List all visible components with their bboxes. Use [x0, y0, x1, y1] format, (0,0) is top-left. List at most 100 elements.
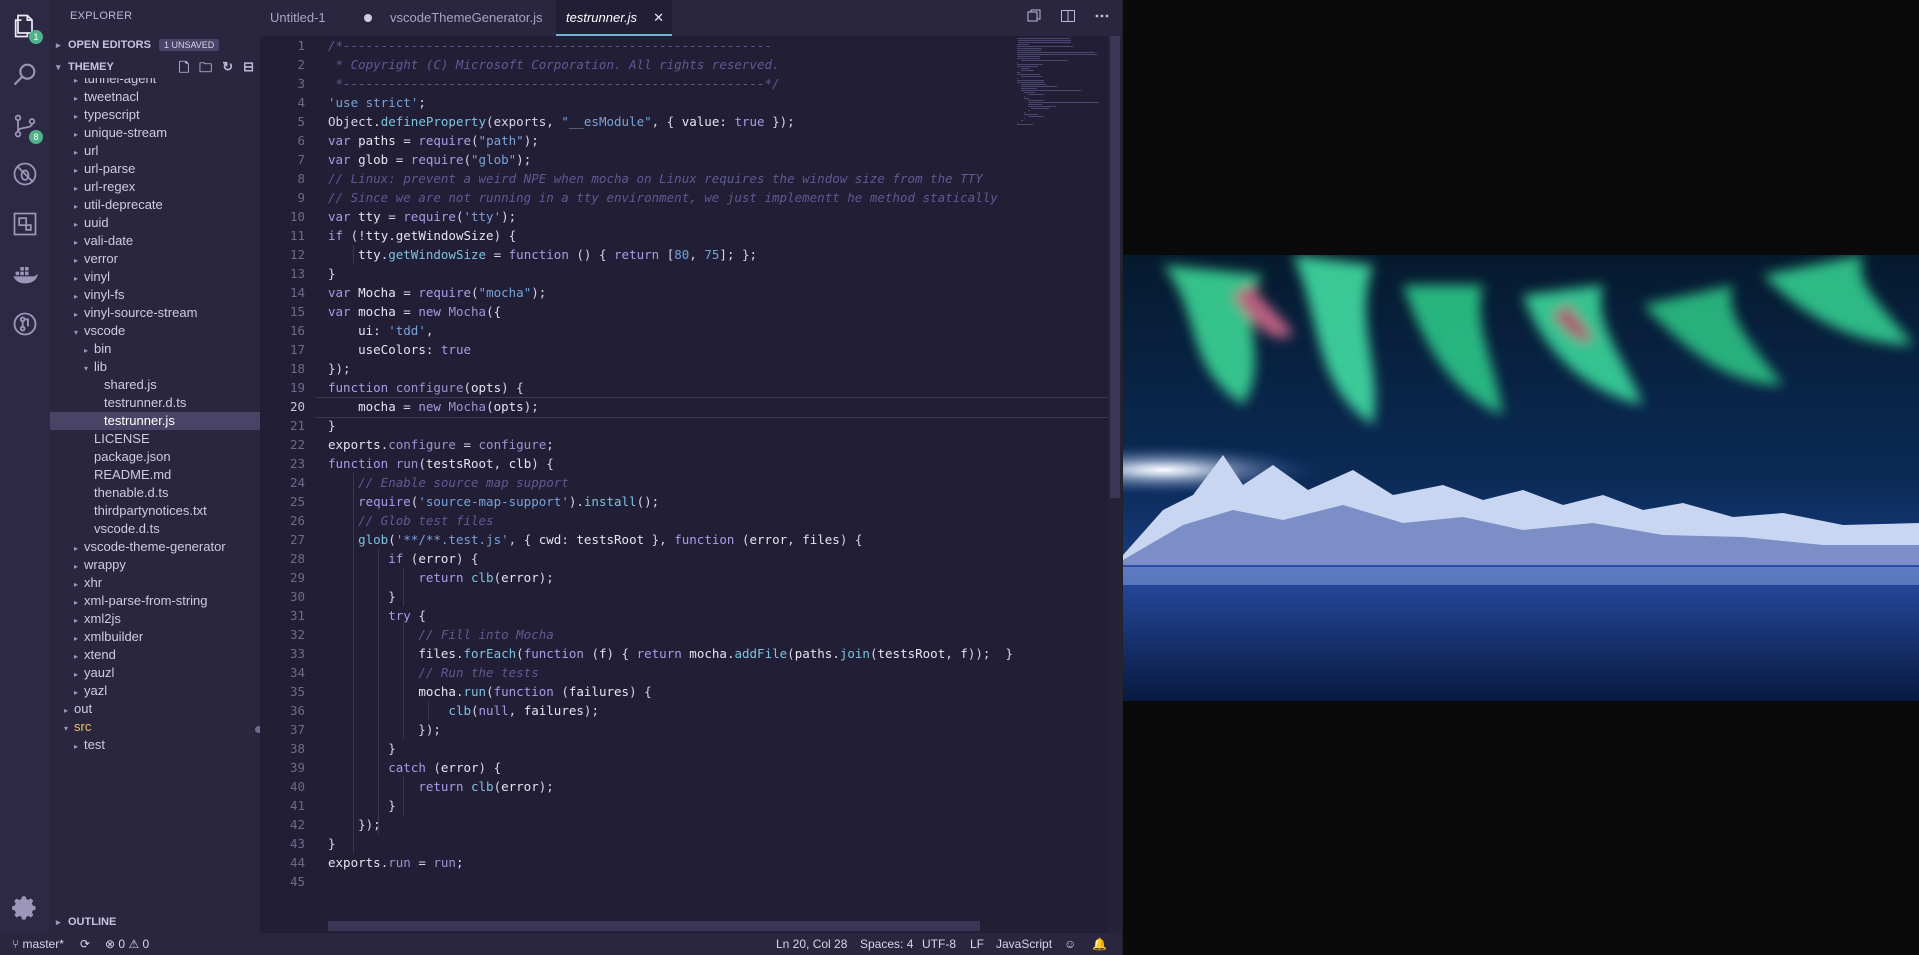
tree-item[interactable]: ▸ out [50, 700, 260, 718]
tab-untitled-1[interactable]: Untitled-1 [260, 0, 380, 36]
search-icon[interactable] [9, 58, 41, 90]
tree-item[interactable]: ▸ vinyl [50, 268, 260, 286]
indentation[interactable]: Spaces: 4 [860, 933, 913, 955]
code-editor[interactable]: 1 /*-------------------------------------… [260, 36, 1122, 933]
code-line[interactable]: mocha = new Mocha(opts); [328, 397, 539, 416]
code-line[interactable]: tty.getWindowSize = function () { return… [328, 245, 757, 264]
tree-item[interactable]: ▸ bin [50, 340, 260, 358]
tree-item[interactable]: ▸ xml-parse-from-string [50, 592, 260, 610]
code-line[interactable]: }); [328, 815, 381, 834]
code-line[interactable]: // Since we are not running in a tty env… [328, 188, 998, 207]
open-changes-icon[interactable] [1026, 8, 1042, 29]
code-line[interactable]: function run(testsRoot, clb) { [328, 454, 554, 473]
encoding[interactable]: UTF-8 [922, 933, 956, 955]
code-line[interactable]: } [328, 416, 336, 435]
docker-icon[interactable] [9, 258, 41, 290]
tree-item[interactable]: ▸ url-parse [50, 160, 260, 178]
explorer-icon[interactable]: 1 [9, 10, 43, 44]
code-line[interactable]: require('source-map-support').install(); [328, 492, 659, 511]
tab-testrunner[interactable]: testrunner.js ✕ [556, 0, 672, 36]
code-line[interactable]: // Run the tests [328, 663, 538, 682]
tree-item[interactable]: ▸ tunnel-agent [50, 78, 260, 88]
bell-icon[interactable]: 🔔 [1092, 933, 1107, 955]
code-line[interactable]: * Copyright (C) Microsoft Corporation. A… [328, 55, 780, 74]
horizontal-scrollbar[interactable] [328, 921, 980, 931]
tree-item[interactable]: ▸ xhr [50, 574, 260, 592]
code-line[interactable]: Object.defineProperty(exports, "__esModu… [328, 112, 795, 131]
code-line[interactable]: /*--------------------------------------… [328, 36, 772, 55]
branch-status[interactable]: ⑂ master* [12, 933, 64, 955]
code-line[interactable]: var mocha = new Mocha({ [328, 302, 501, 321]
tree-item[interactable]: README.md [50, 466, 260, 484]
code-line[interactable]: function configure(opts) { [328, 378, 524, 397]
code-line[interactable]: } [328, 796, 396, 815]
code-line[interactable]: } [328, 834, 336, 853]
code-line[interactable]: }); [328, 720, 441, 739]
tree-item[interactable]: ▸ yazl [50, 682, 260, 700]
tree-item[interactable]: ▾ lib [50, 358, 260, 376]
tree-item[interactable]: ▸ vinyl-source-stream [50, 304, 260, 322]
scrollbar-thumb[interactable] [1110, 36, 1120, 498]
tree-item[interactable]: ▸ xml2js [50, 610, 260, 628]
source-control-icon[interactable]: 8 [9, 110, 43, 144]
tree-item[interactable]: ▸ url [50, 142, 260, 160]
tree-item[interactable]: ▸ url-regex [50, 178, 260, 196]
tab-vscode-theme-generator[interactable]: vscodeThemeGenerator.js [380, 0, 560, 36]
tree-item[interactable]: ▸ tweetnacl [50, 88, 260, 106]
sync-icon[interactable]: ⟳ [80, 933, 90, 955]
code-line[interactable]: var tty = require('tty'); [328, 207, 516, 226]
project-section[interactable]: ▾ THEMEY 🗋 🗀 ↻ ⊟ [50, 56, 260, 78]
code-line[interactable]: exports.configure = configure; [328, 435, 554, 454]
minimap[interactable] [1017, 36, 1107, 933]
code-line[interactable]: } [328, 739, 396, 758]
code-line[interactable]: var Mocha = require("mocha"); [328, 283, 546, 302]
code-line[interactable]: ui: 'tdd', [328, 321, 433, 340]
cursor-position[interactable]: Ln 20, Col 28 [776, 933, 847, 955]
code-line[interactable]: glob('**/**.test.js', { cwd: testsRoot }… [328, 530, 862, 549]
tree-item[interactable]: ▸ vali-date [50, 232, 260, 250]
code-line[interactable]: try { [328, 606, 426, 625]
tree-item[interactable]: ▸ unique-stream [50, 124, 260, 142]
tree-item[interactable]: ▾ vscode [50, 322, 260, 340]
tree-item[interactable]: testrunner.d.ts [50, 394, 260, 412]
code-line[interactable]: // Fill into Mocha [328, 625, 553, 644]
tree-item[interactable]: shared.js [50, 376, 260, 394]
tree-item[interactable]: ▸ uuid [50, 214, 260, 232]
outline-section[interactable]: ▸ OUTLINE [50, 911, 260, 933]
tree-item[interactable]: ▸ verror [50, 250, 260, 268]
code-line[interactable]: } [328, 264, 336, 283]
more-actions-icon[interactable] [1094, 8, 1110, 29]
tree-item[interactable]: ▸ xmlbuilder [50, 628, 260, 646]
tree-item[interactable]: thirdpartynotices.txt [50, 502, 260, 520]
code-line[interactable]: var paths = require("path"); [328, 131, 539, 150]
code-line[interactable]: var glob = require("glob"); [328, 150, 531, 169]
debug-icon[interactable] [9, 158, 41, 190]
tree-item[interactable]: ▸ typescript [50, 106, 260, 124]
code-line[interactable]: // Linux: prevent a weird NPE when mocha… [328, 169, 983, 188]
vertical-scrollbar[interactable] [1108, 36, 1122, 933]
tree-item[interactable]: ▸ util-deprecate [50, 196, 260, 214]
tree-item[interactable]: ▸ xtend [50, 646, 260, 664]
split-editor-icon[interactable] [1060, 8, 1076, 29]
tree-item[interactable]: ▸ test [50, 736, 260, 754]
code-line[interactable]: }); [328, 359, 351, 378]
smiley-icon[interactable]: ☺ [1064, 933, 1076, 955]
code-line[interactable]: clb(null, failures); [328, 701, 599, 720]
problems-status[interactable]: ⊗ 0 ⚠ 0 [105, 933, 149, 955]
open-editors-section[interactable]: ▸ OPEN EDITORS 1 UNSAVED [50, 34, 260, 56]
code-line[interactable]: mocha.run(function (failures) { [328, 682, 651, 701]
gitlens-icon[interactable] [9, 308, 41, 340]
code-line[interactable]: } [328, 587, 396, 606]
extensions-icon[interactable] [9, 208, 41, 240]
close-icon[interactable]: ✕ [653, 0, 664, 36]
gear-icon[interactable] [9, 892, 41, 924]
code-line[interactable]: if (!tty.getWindowSize) { [328, 226, 516, 245]
tree-item[interactable]: ▸ yauzl [50, 664, 260, 682]
tree-item[interactable]: vscode.d.ts [50, 520, 260, 538]
tree-item[interactable]: testrunner.js [50, 412, 260, 430]
tree-item[interactable]: LICENSE [50, 430, 260, 448]
tree-item[interactable]: ▸ wrappy [50, 556, 260, 574]
code-line[interactable]: if (error) { [328, 549, 478, 568]
tree-item[interactable]: thenable.d.ts [50, 484, 260, 502]
code-line[interactable]: *---------------------------------------… [328, 74, 780, 93]
